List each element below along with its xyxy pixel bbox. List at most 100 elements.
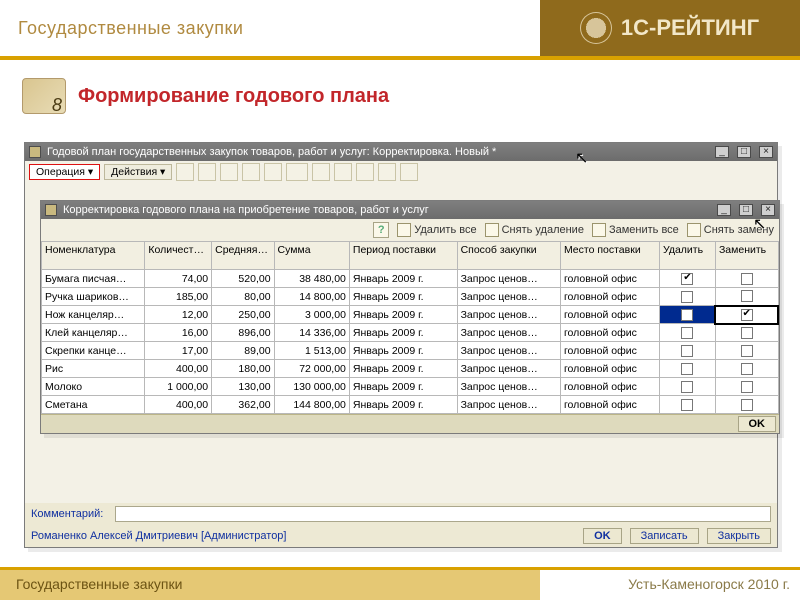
toolbar-icon[interactable] bbox=[176, 163, 194, 181]
minimize-button[interactable]: _ bbox=[717, 204, 731, 216]
toolbar-icon[interactable] bbox=[198, 163, 216, 181]
table-row[interactable]: Нож канцеляр…12,00250,003 000,00Январь 2… bbox=[42, 306, 779, 324]
cell-qty[interactable]: 185,00 bbox=[145, 288, 212, 306]
delete-checkbox[interactable] bbox=[681, 309, 693, 321]
cell-method[interactable]: Запрос ценов… bbox=[457, 288, 560, 306]
ok-button[interactable]: OK bbox=[738, 416, 777, 432]
toolbar-icon[interactable] bbox=[286, 163, 308, 181]
delete-checkbox[interactable] bbox=[681, 327, 693, 339]
actions-button[interactable]: Действия ▾ bbox=[104, 164, 172, 180]
table-row[interactable]: Скрепки канце…17,0089,001 513,00Январь 2… bbox=[42, 342, 779, 360]
cell-place[interactable]: головной офис bbox=[560, 306, 659, 324]
replace-checkbox[interactable] bbox=[741, 399, 753, 411]
cell-place[interactable]: головной офис bbox=[560, 270, 659, 288]
cell-price[interactable]: 80,00 bbox=[212, 288, 274, 306]
cell-sum[interactable]: 144 800,00 bbox=[274, 396, 349, 414]
cell-delete[interactable] bbox=[659, 360, 715, 378]
undo-delete-button[interactable]: Снять удаление bbox=[485, 223, 584, 237]
cell-sum[interactable]: 3 000,00 bbox=[274, 306, 349, 324]
table-row[interactable]: Рис400,00180,0072 000,00Январь 2009 г.За… bbox=[42, 360, 779, 378]
cell-price[interactable]: 89,00 bbox=[212, 342, 274, 360]
cell-replace[interactable] bbox=[715, 342, 778, 360]
column-header[interactable]: Место поставки bbox=[560, 242, 659, 270]
replace-checkbox[interactable] bbox=[741, 381, 753, 393]
maximize-button[interactable]: □ bbox=[737, 146, 751, 158]
cell-method[interactable]: Запрос ценов… bbox=[457, 396, 560, 414]
column-header[interactable]: Сумма bbox=[274, 242, 349, 270]
cell-qty[interactable]: 17,00 bbox=[145, 342, 212, 360]
toolbar-icon[interactable] bbox=[220, 163, 238, 181]
replace-checkbox[interactable] bbox=[741, 345, 753, 357]
column-header[interactable]: Удалить bbox=[659, 242, 715, 270]
cell-sum[interactable]: 130 000,00 bbox=[274, 378, 349, 396]
toolbar-icon[interactable] bbox=[242, 163, 260, 181]
cell-price[interactable]: 180,00 bbox=[212, 360, 274, 378]
cell-method[interactable]: Запрос ценов… bbox=[457, 324, 560, 342]
cell-method[interactable]: Запрос ценов… bbox=[457, 360, 560, 378]
cell-name[interactable]: Бумага писчая… bbox=[42, 270, 145, 288]
write-button[interactable]: Записать bbox=[630, 528, 699, 544]
comment-input[interactable] bbox=[115, 506, 771, 522]
toolbar-icon[interactable] bbox=[264, 163, 282, 181]
cell-qty[interactable]: 400,00 bbox=[145, 396, 212, 414]
cell-delete[interactable] bbox=[659, 306, 715, 324]
cell-method[interactable]: Запрос ценов… bbox=[457, 306, 560, 324]
cell-period[interactable]: Январь 2009 г. bbox=[349, 342, 457, 360]
cell-place[interactable]: головной офис bbox=[560, 342, 659, 360]
cell-name[interactable]: Клей канцеляр… bbox=[42, 324, 145, 342]
cell-qty[interactable]: 16,00 bbox=[145, 324, 212, 342]
cell-sum[interactable]: 72 000,00 bbox=[274, 360, 349, 378]
cell-sum[interactable]: 14 336,00 bbox=[274, 324, 349, 342]
delete-checkbox[interactable] bbox=[681, 399, 693, 411]
cell-place[interactable]: головной офис bbox=[560, 396, 659, 414]
cell-replace[interactable] bbox=[715, 324, 778, 342]
toolbar-icon[interactable] bbox=[400, 163, 418, 181]
cell-delete[interactable] bbox=[659, 396, 715, 414]
cell-qty[interactable]: 74,00 bbox=[145, 270, 212, 288]
minimize-button[interactable]: _ bbox=[715, 146, 729, 158]
table-row[interactable]: Молоко1 000,00130,00130 000,00Январь 200… bbox=[42, 378, 779, 396]
cell-delete[interactable] bbox=[659, 288, 715, 306]
column-header[interactable]: Способ закупки bbox=[457, 242, 560, 270]
cell-place[interactable]: головной офис bbox=[560, 324, 659, 342]
cell-period[interactable]: Январь 2009 г. bbox=[349, 288, 457, 306]
delete-checkbox[interactable] bbox=[681, 345, 693, 357]
delete-checkbox[interactable] bbox=[681, 273, 693, 285]
cell-replace[interactable] bbox=[715, 360, 778, 378]
cell-period[interactable]: Январь 2009 г. bbox=[349, 378, 457, 396]
cell-period[interactable]: Январь 2009 г. bbox=[349, 324, 457, 342]
cell-method[interactable]: Запрос ценов… bbox=[457, 270, 560, 288]
cell-replace[interactable] bbox=[715, 270, 778, 288]
cell-price[interactable]: 250,00 bbox=[212, 306, 274, 324]
cell-delete[interactable] bbox=[659, 270, 715, 288]
replace-checkbox[interactable] bbox=[741, 327, 753, 339]
cell-delete[interactable] bbox=[659, 342, 715, 360]
cell-sum[interactable]: 1 513,00 bbox=[274, 342, 349, 360]
cell-name[interactable]: Ручка шариков… bbox=[42, 288, 145, 306]
titlebar-annual-plan[interactable]: Годовой план государственных закупок тов… bbox=[25, 143, 777, 161]
cell-period[interactable]: Январь 2009 г. bbox=[349, 270, 457, 288]
close-button[interactable]: Закрыть bbox=[707, 528, 771, 544]
table-row[interactable]: Ручка шариков…185,0080,0014 800,00Январь… bbox=[42, 288, 779, 306]
cell-method[interactable]: Запрос ценов… bbox=[457, 378, 560, 396]
cell-replace[interactable] bbox=[715, 306, 778, 324]
cell-sum[interactable]: 38 480,00 bbox=[274, 270, 349, 288]
cell-qty[interactable]: 1 000,00 bbox=[145, 378, 212, 396]
column-header[interactable]: Период поставки bbox=[349, 242, 457, 270]
operation-button[interactable]: Операция ▾ bbox=[29, 164, 100, 180]
cell-price[interactable]: 130,00 bbox=[212, 378, 274, 396]
table-row[interactable]: Клей канцеляр…16,00896,0014 336,00Январь… bbox=[42, 324, 779, 342]
cell-place[interactable]: головной офис bbox=[560, 360, 659, 378]
cell-price[interactable]: 520,00 bbox=[212, 270, 274, 288]
toolbar-icon[interactable] bbox=[378, 163, 396, 181]
cell-name[interactable]: Молоко bbox=[42, 378, 145, 396]
cell-replace[interactable] bbox=[715, 288, 778, 306]
column-header[interactable]: Заменить bbox=[715, 242, 778, 270]
cell-replace[interactable] bbox=[715, 396, 778, 414]
replace-checkbox[interactable] bbox=[741, 290, 753, 302]
replace-all-button[interactable]: Заменить все bbox=[592, 223, 679, 237]
cell-price[interactable]: 362,00 bbox=[212, 396, 274, 414]
cell-qty[interactable]: 400,00 bbox=[145, 360, 212, 378]
cell-place[interactable]: головной офис bbox=[560, 288, 659, 306]
cell-delete[interactable] bbox=[659, 378, 715, 396]
